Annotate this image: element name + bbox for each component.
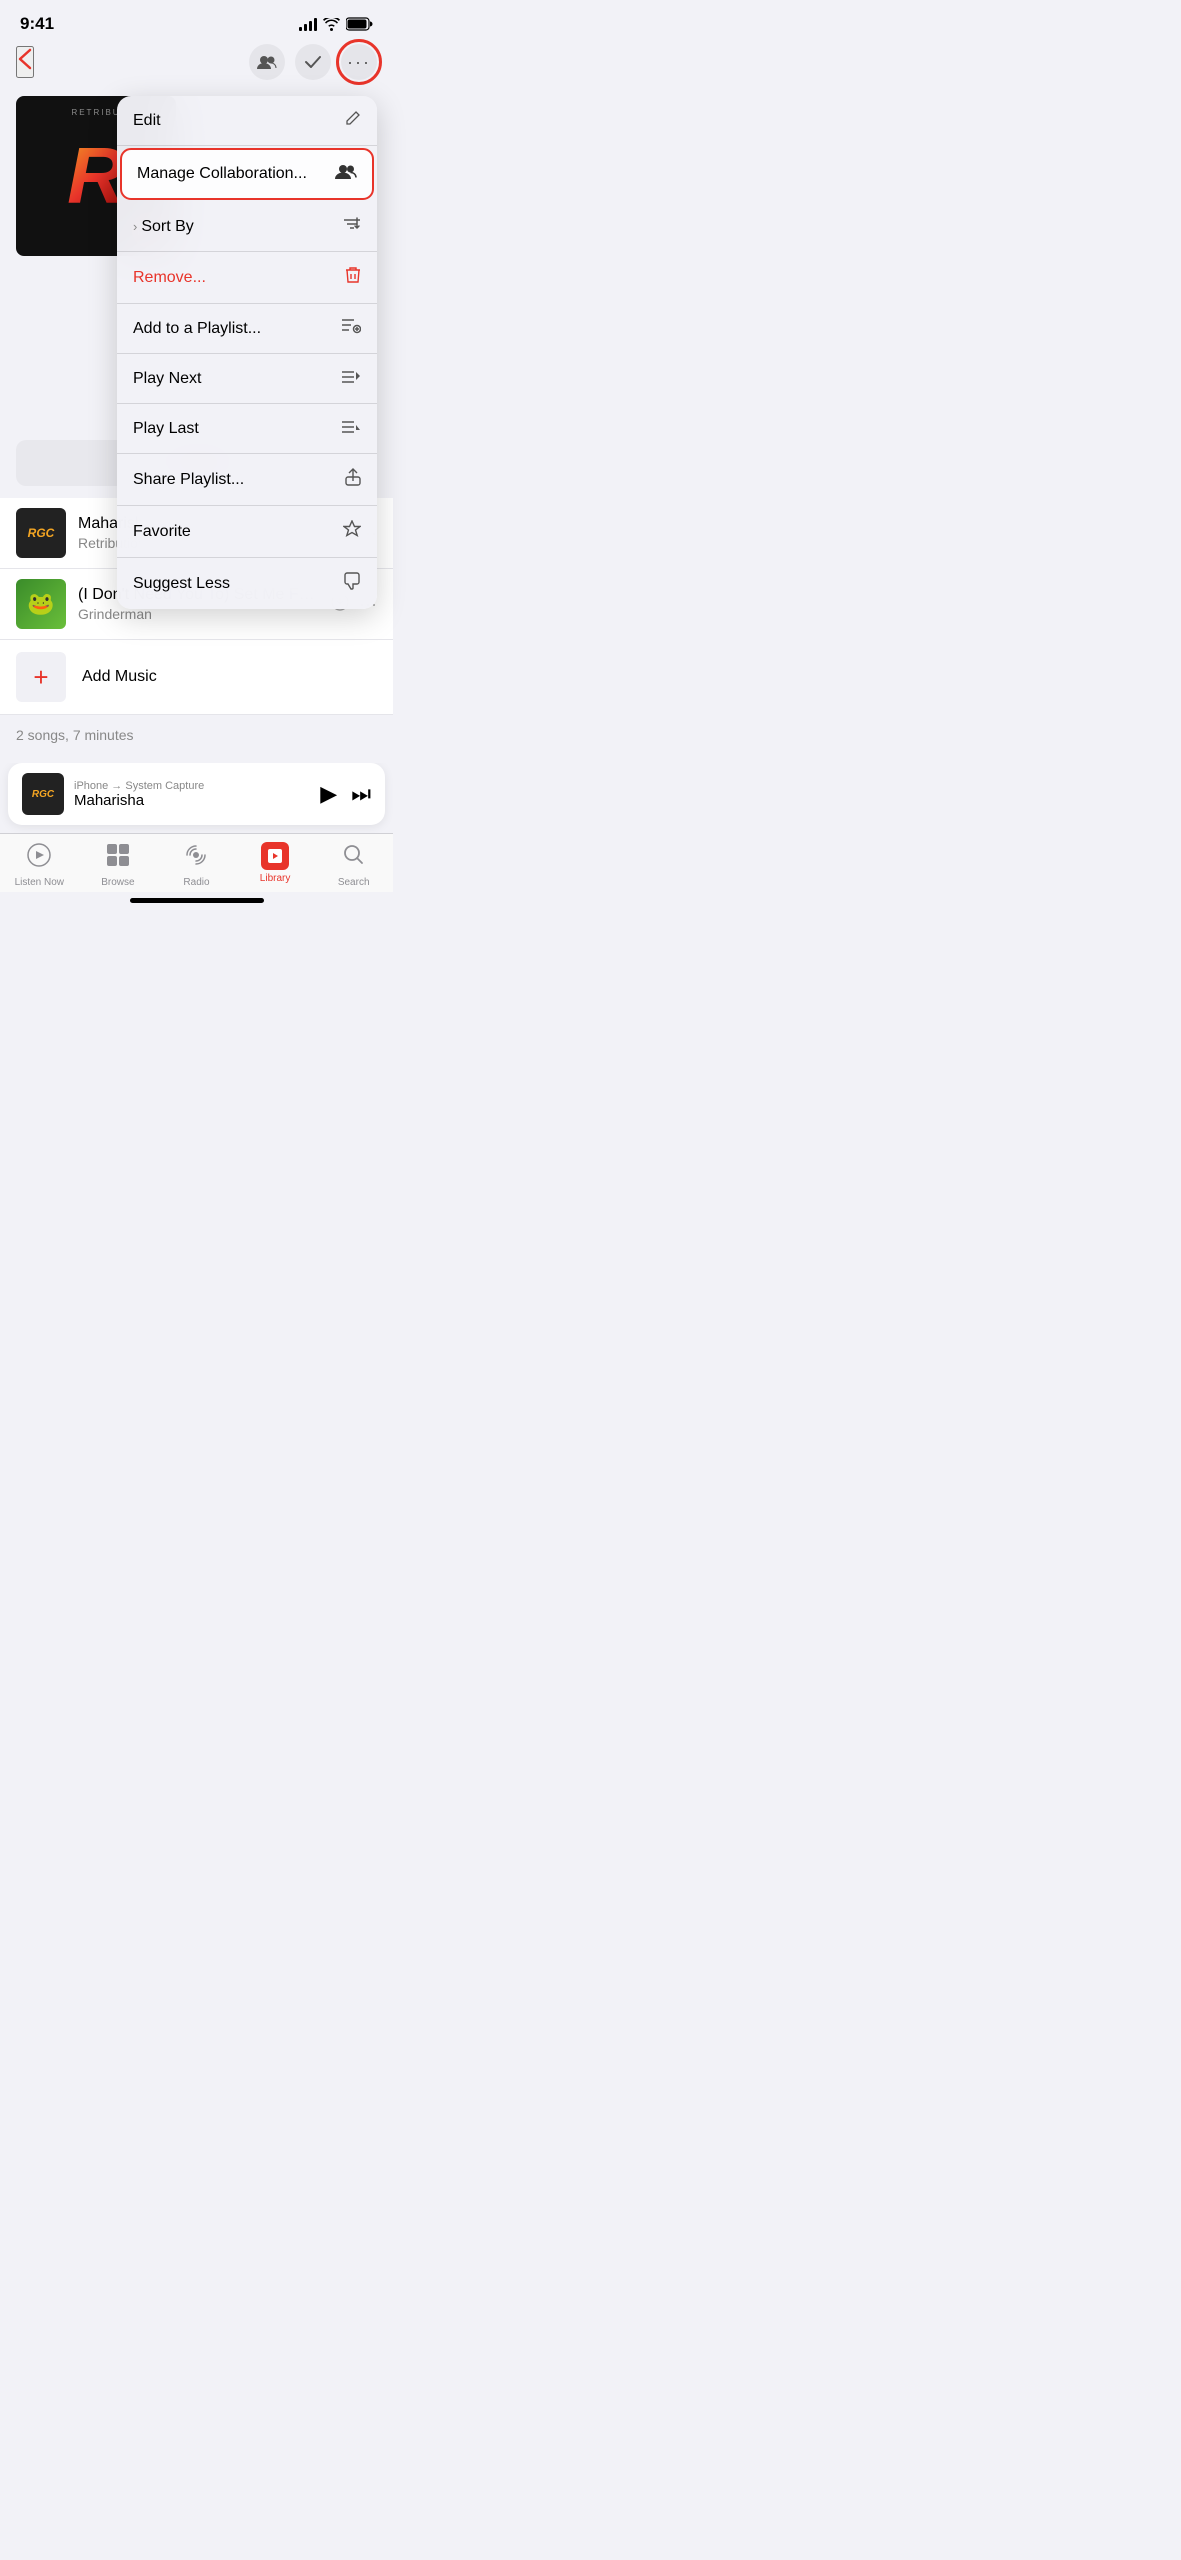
tab-browse[interactable]: Browse <box>79 842 158 888</box>
menu-item-play-last[interactable]: Play Last <box>117 404 377 454</box>
nav-bar: ··· <box>0 40 393 88</box>
now-playing-source: iPhone → System Capture <box>74 780 310 792</box>
menu-item-suggest-less[interactable]: Suggest Less <box>117 558 377 609</box>
add-music-label: Add Music <box>82 668 157 686</box>
play-next-label: Play Next <box>133 370 201 388</box>
search-icon <box>341 842 367 874</box>
now-playing-skip-button[interactable]: ⏭ <box>351 781 371 807</box>
track-thumbnail: RGC <box>16 508 66 558</box>
listen-now-icon <box>26 842 52 874</box>
tab-label-listen-now: Listen Now <box>15 877 64 888</box>
dropdown-menu: Edit Manage Collaboration... <box>117 96 377 609</box>
add-music-plus-icon: + <box>16 652 66 702</box>
signal-bars-icon <box>299 17 317 31</box>
tab-label-library: Library <box>260 873 291 884</box>
thumbs-down-icon <box>343 572 361 595</box>
sort-icon <box>343 216 361 237</box>
suggest-less-label: Suggest Less <box>133 575 230 593</box>
sort-by-label: Sort By <box>141 218 193 236</box>
play-last-label: Play Last <box>133 420 199 438</box>
home-indicator <box>130 898 264 903</box>
menu-item-favorite[interactable]: Favorite <box>117 506 377 558</box>
menu-item-sort-by[interactable]: › Sort By <box>117 202 377 252</box>
menu-item-play-next[interactable]: Play Next <box>117 354 377 404</box>
menu-item-add-playlist[interactable]: Add to a Playlist... <box>117 304 377 354</box>
menu-item-edit[interactable]: Edit <box>117 96 377 146</box>
add-playlist-label: Add to a Playlist... <box>133 320 261 338</box>
tab-label-search: Search <box>338 877 370 888</box>
menu-item-share-playlist[interactable]: Share Playlist... <box>117 454 377 506</box>
nav-icons: ··· <box>249 44 377 80</box>
menu-item-manage-collab[interactable]: Manage Collaboration... <box>121 149 373 199</box>
tab-label-browse: Browse <box>101 877 134 888</box>
browse-icon <box>105 842 131 874</box>
edit-label: Edit <box>133 112 161 130</box>
menu-item-remove[interactable]: Remove... <box>117 252 377 304</box>
add-music-item[interactable]: + Add Music <box>0 640 393 715</box>
content-area: RETRIBU R GADGETHACKS Edit Manage Collab… <box>0 88 393 763</box>
tab-listen-now[interactable]: Listen Now <box>0 842 79 888</box>
trash-icon <box>345 266 361 289</box>
battery-icon <box>346 17 373 31</box>
now-playing-bar[interactable]: RGC iPhone → System Capture Maharisha ▶ … <box>8 763 385 825</box>
play-last-icon <box>341 418 361 439</box>
share-icon <box>345 468 361 491</box>
back-button[interactable] <box>16 46 34 78</box>
status-icons <box>299 17 373 31</box>
track-thumbnail: 🐸 <box>16 579 66 629</box>
songs-count: 2 songs, 7 minutes <box>0 715 393 763</box>
check-button[interactable] <box>295 44 331 80</box>
radio-icon <box>183 842 209 874</box>
tab-library[interactable]: Library <box>236 842 315 884</box>
share-playlist-label: Share Playlist... <box>133 471 244 489</box>
playlist-add-icon <box>341 318 361 339</box>
pencil-icon <box>345 110 361 131</box>
status-time: 9:41 <box>20 14 54 34</box>
more-button[interactable]: ··· <box>341 44 377 80</box>
star-icon <box>343 520 361 543</box>
wifi-icon <box>323 18 340 31</box>
play-next-icon <box>341 368 361 389</box>
people-icon <box>335 163 357 184</box>
chevron-icon: › <box>133 219 137 234</box>
tab-label-radio: Radio <box>183 877 209 888</box>
now-playing-thumbnail: RGC <box>22 773 64 815</box>
now-playing-play-button[interactable]: ▶ <box>320 781 337 807</box>
now-playing-controls: ▶ ⏭ <box>320 781 371 807</box>
tab-search[interactable]: Search <box>314 842 393 888</box>
remove-label: Remove... <box>133 269 206 287</box>
favorite-label: Favorite <box>133 523 191 541</box>
tab-bar: Listen Now Browse Radio <box>0 833 393 892</box>
now-playing-title: Maharisha <box>74 792 310 809</box>
collaborators-button[interactable] <box>249 44 285 80</box>
now-playing-info: iPhone → System Capture Maharisha <box>74 780 310 809</box>
manage-collab-label: Manage Collaboration... <box>137 165 307 183</box>
status-bar: 9:41 <box>0 0 393 40</box>
library-icon <box>261 842 289 870</box>
tab-radio[interactable]: Radio <box>157 842 236 888</box>
